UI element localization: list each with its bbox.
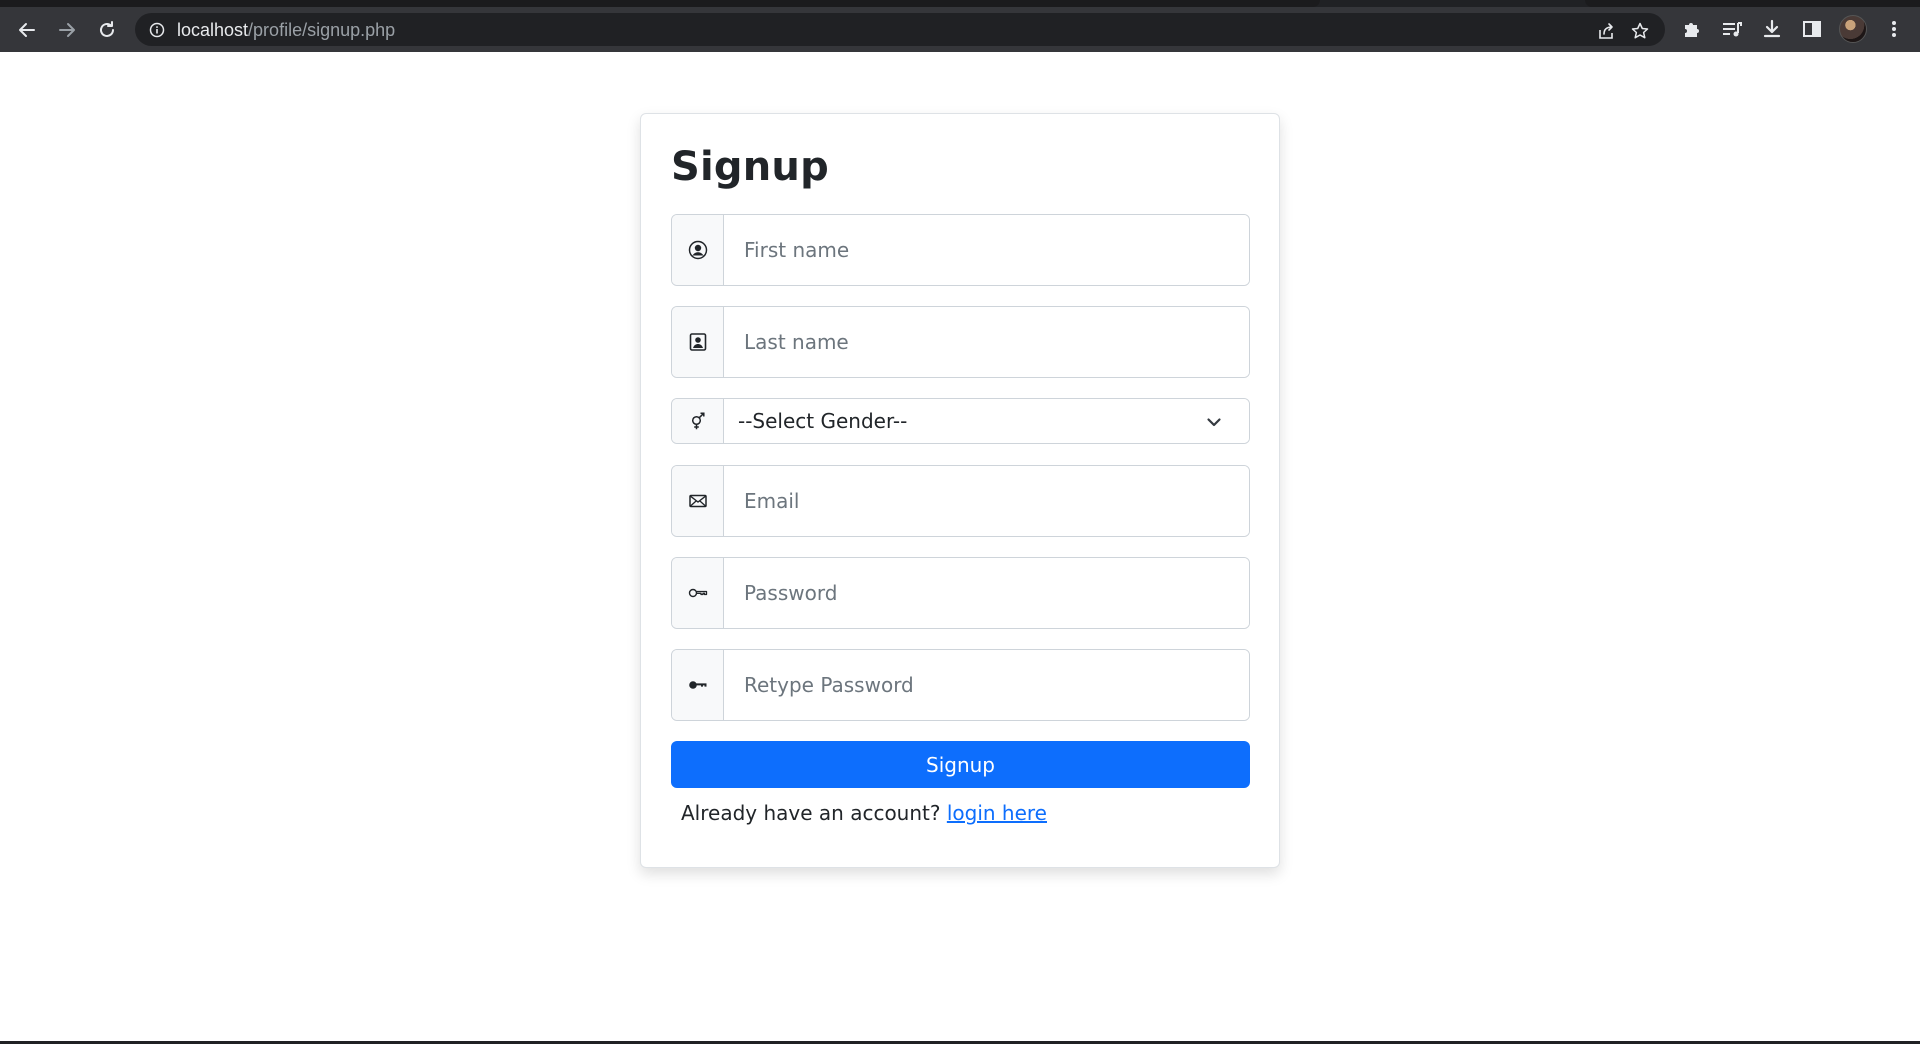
signup-card: Signup First name Last name --Select Gen… bbox=[640, 113, 1280, 868]
person-circle-icon bbox=[672, 215, 724, 285]
password-group: Password bbox=[671, 557, 1250, 629]
email-input[interactable]: Email bbox=[724, 466, 1249, 536]
profile-avatar[interactable] bbox=[1839, 15, 1867, 43]
password-input[interactable]: Password bbox=[724, 558, 1249, 628]
login-prompt-text: Already have an account? bbox=[681, 801, 941, 825]
last-name-group: Last name bbox=[671, 306, 1250, 378]
back-arrow-icon[interactable] bbox=[14, 17, 40, 43]
info-icon[interactable] bbox=[149, 22, 165, 38]
login-prompt-line: Already have an account? login here bbox=[681, 801, 1047, 825]
tab-right[interactable] bbox=[1585, 0, 1920, 7]
url-text[interactable]: localhost/profile/signup.php bbox=[177, 20, 395, 41]
puzzle-icon[interactable] bbox=[1680, 17, 1704, 41]
media-queue-icon[interactable] bbox=[1720, 17, 1744, 41]
browser-toolbar: localhost/profile/signup.php bbox=[0, 7, 1920, 52]
kebab-menu-icon[interactable] bbox=[1882, 17, 1906, 41]
first-name-input[interactable]: First name bbox=[724, 215, 1249, 285]
star-icon[interactable] bbox=[1630, 21, 1650, 41]
key-fill-icon bbox=[672, 650, 724, 720]
side-panel-icon[interactable] bbox=[1800, 17, 1824, 41]
browser-chrome: localhost/profile/signup.php bbox=[0, 0, 1920, 52]
first-name-group: First name bbox=[671, 214, 1250, 286]
key-outline-icon bbox=[672, 558, 724, 628]
reload-icon[interactable] bbox=[94, 17, 120, 43]
gender-selected-value: --Select Gender-- bbox=[738, 409, 908, 433]
retype-password-input[interactable]: Retype Password bbox=[724, 650, 1249, 720]
retype-password-group: Retype Password bbox=[671, 649, 1250, 721]
email-group: Email bbox=[671, 465, 1250, 537]
signup-button[interactable]: Signup bbox=[671, 741, 1250, 788]
gender-icon bbox=[672, 399, 724, 443]
page-title: Signup bbox=[671, 144, 829, 190]
url-host: localhost bbox=[177, 20, 249, 40]
forward-arrow-icon[interactable] bbox=[54, 17, 80, 43]
person-badge-icon bbox=[672, 307, 724, 377]
gender-group: --Select Gender-- bbox=[671, 398, 1250, 444]
login-link[interactable]: login here bbox=[947, 801, 1047, 825]
page-content: Signup First name Last name --Select Gen… bbox=[0, 52, 1920, 1044]
chevron-down-icon bbox=[1205, 412, 1223, 430]
share-icon[interactable] bbox=[1596, 21, 1616, 41]
address-bar[interactable]: localhost/profile/signup.php bbox=[135, 13, 1665, 46]
tab-left[interactable] bbox=[0, 0, 1320, 7]
download-icon[interactable] bbox=[1760, 17, 1784, 41]
last-name-input[interactable]: Last name bbox=[724, 307, 1249, 377]
gender-select[interactable]: --Select Gender-- bbox=[724, 399, 1249, 443]
url-path: /profile/signup.php bbox=[248, 20, 396, 40]
envelope-icon bbox=[672, 466, 724, 536]
